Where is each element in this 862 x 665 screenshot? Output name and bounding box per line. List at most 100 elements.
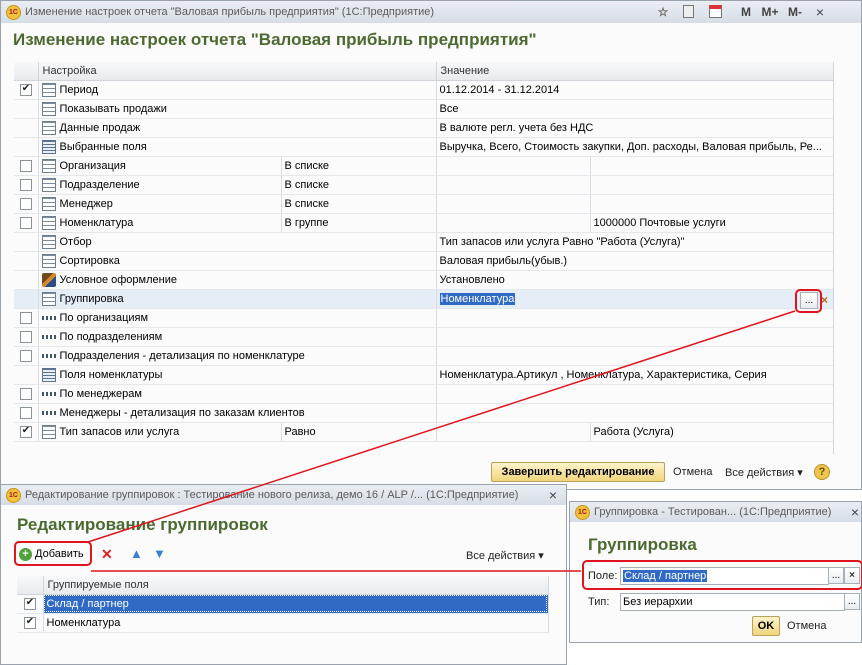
settings-row[interactable]: Менеджеры - детализация по заказам клиен… (14, 403, 834, 423)
value-cell[interactable]: Номенклатура (436, 289, 834, 309)
settings-row[interactable]: По подразделениям (14, 327, 834, 347)
setting-cell[interactable]: По подразделениям (38, 327, 437, 347)
condition-cell[interactable]: В списке (281, 156, 437, 176)
value-cell[interactable]: Выручка, Всего, Стоимость закупки, Доп. … (436, 137, 834, 157)
column-header-setting[interactable]: Настройка (38, 62, 437, 81)
move-down-icon[interactable]: ▼ (153, 546, 166, 561)
settings-row[interactable]: Организация В списке (14, 156, 834, 176)
check-cell[interactable] (14, 99, 39, 119)
row-checkbox[interactable] (19, 330, 32, 343)
value-cell[interactable] (436, 403, 834, 423)
settings-row[interactable]: Поля номенклатуры Номенклатура.Артикул ,… (14, 365, 834, 385)
value-cell[interactable] (436, 346, 834, 366)
settings-row[interactable]: Тип запасов или услуга Равно Работа (Усл… (14, 422, 834, 442)
settings-row[interactable]: Показывать продажи Все (14, 99, 834, 119)
setting-cell[interactable]: По организациям (38, 308, 437, 328)
all-actions-menu[interactable]: Все действия ▾ (725, 466, 803, 479)
check-cell[interactable] (14, 327, 39, 347)
check-cell[interactable] (14, 270, 39, 290)
cancel-link[interactable]: Отмена (787, 620, 826, 632)
check-cell[interactable] (14, 80, 39, 100)
settings-row[interactable]: Подразделения - детализация по номенклат… (14, 346, 834, 366)
move-up-icon[interactable]: ▲ (130, 546, 143, 561)
memory-m-plus-button[interactable]: M+ (759, 3, 781, 20)
column-header-value[interactable]: Значение (436, 62, 834, 81)
favorites-star-icon[interactable]: ☆ (656, 3, 670, 20)
check-cell[interactable] (14, 137, 39, 157)
check-cell[interactable] (14, 156, 39, 176)
check-cell[interactable] (14, 422, 39, 442)
settings-row[interactable]: Отбор Тип запасов или услуга Равно "Рабо… (14, 232, 834, 252)
setting-cell[interactable]: Отбор (38, 232, 437, 252)
settings-row[interactable]: Сортировка Валовая прибыль(убыв.) (14, 251, 834, 271)
row-checkbox[interactable] (19, 178, 32, 191)
setting-cell[interactable]: Менеджер (38, 194, 282, 214)
setting-cell[interactable]: Группировка (38, 289, 437, 309)
row-checkbox[interactable] (19, 311, 32, 324)
ok-button[interactable]: OK (752, 616, 780, 636)
value-cell[interactable] (436, 327, 834, 347)
settings-row[interactable]: Номенклатура В группе 1000000 Почтовые у… (14, 213, 834, 233)
value-cell[interactable]: Валовая прибыль(убыв.) (436, 251, 834, 271)
column-header-grouped-fields[interactable]: Группируемые поля (43, 576, 549, 595)
value-cell[interactable] (436, 422, 591, 442)
row-checkbox[interactable] (19, 387, 32, 400)
setting-cell[interactable]: Тип запасов или услуга (38, 422, 282, 442)
value-cell[interactable] (436, 156, 591, 176)
check-cell[interactable] (14, 403, 39, 423)
delete-icon[interactable]: ✕ (101, 546, 113, 563)
value-cell[interactable]: Тип запасов или услуга Равно "Работа (Ус… (436, 232, 834, 252)
row-checkbox[interactable] (23, 616, 36, 629)
settings-row[interactable]: Период 01.12.2014 - 31.12.2014 (14, 80, 834, 100)
setting-cell[interactable]: Данные продаж (38, 118, 437, 138)
setting-cell[interactable]: Период (38, 80, 437, 100)
close-icon[interactable]: × (848, 503, 862, 520)
settings-row[interactable]: Подразделение В списке (14, 175, 834, 195)
memory-m-button[interactable]: M (739, 3, 753, 20)
settings-row[interactable]: По менеджерам (14, 384, 834, 404)
value-cell-extra[interactable]: 1000000 Почтовые услуги (590, 213, 834, 233)
value-cell[interactable] (436, 175, 591, 195)
value-cell-extra[interactable]: Работа (Услуга) (590, 422, 834, 442)
check-cell[interactable] (14, 118, 39, 138)
close-icon[interactable]: × (546, 486, 560, 503)
calculator-icon[interactable] (681, 3, 695, 20)
condition-cell[interactable]: Равно (281, 422, 437, 442)
value-cell-extra[interactable] (590, 156, 834, 176)
value-cell-extra[interactable] (590, 175, 834, 195)
row-checkbox[interactable] (19, 425, 32, 438)
setting-cell[interactable]: Условное оформление (38, 270, 437, 290)
value-cell[interactable] (436, 213, 591, 233)
check-cell[interactable] (14, 232, 39, 252)
check-cell[interactable] (14, 194, 39, 214)
memory-m-minus-button[interactable]: M- (785, 3, 805, 20)
field-cell[interactable]: Номенклатура (43, 613, 549, 633)
calendar-icon[interactable] (707, 3, 723, 20)
settings-row[interactable]: Выбранные поля Выручка, Всего, Стоимость… (14, 137, 834, 157)
settings-row[interactable]: Менеджер В списке (14, 194, 834, 214)
close-icon[interactable]: × (813, 3, 827, 20)
row-checkbox[interactable] (23, 597, 36, 610)
check-cell[interactable] (17, 594, 44, 614)
setting-cell[interactable]: Поля номенклатуры (38, 365, 437, 385)
value-cell[interactable] (436, 308, 834, 328)
settings-row[interactable]: По организациям (14, 308, 834, 328)
field-cell[interactable]: Склад / партнер (43, 594, 549, 614)
setting-cell[interactable]: Подразделения - детализация по номенклат… (38, 346, 437, 366)
check-cell[interactable] (14, 384, 39, 404)
row-checkbox[interactable] (19, 349, 32, 362)
condition-cell[interactable]: В списке (281, 194, 437, 214)
type-input[interactable]: Без иерархии (620, 593, 845, 611)
setting-cell[interactable]: Выбранные поля (38, 137, 437, 157)
all-actions-menu[interactable]: Все действия ▾ (466, 549, 544, 562)
row-checkbox[interactable] (19, 159, 32, 172)
row-checkbox[interactable] (19, 406, 32, 419)
row-checkbox[interactable] (19, 216, 32, 229)
value-cell-extra[interactable] (590, 194, 834, 214)
check-cell[interactable] (17, 613, 44, 633)
value-cell[interactable] (436, 384, 834, 404)
type-choice-button[interactable]: ... (844, 593, 860, 610)
check-cell[interactable] (14, 175, 39, 195)
condition-cell[interactable]: В группе (281, 213, 437, 233)
clear-icon[interactable]: × (821, 293, 828, 307)
